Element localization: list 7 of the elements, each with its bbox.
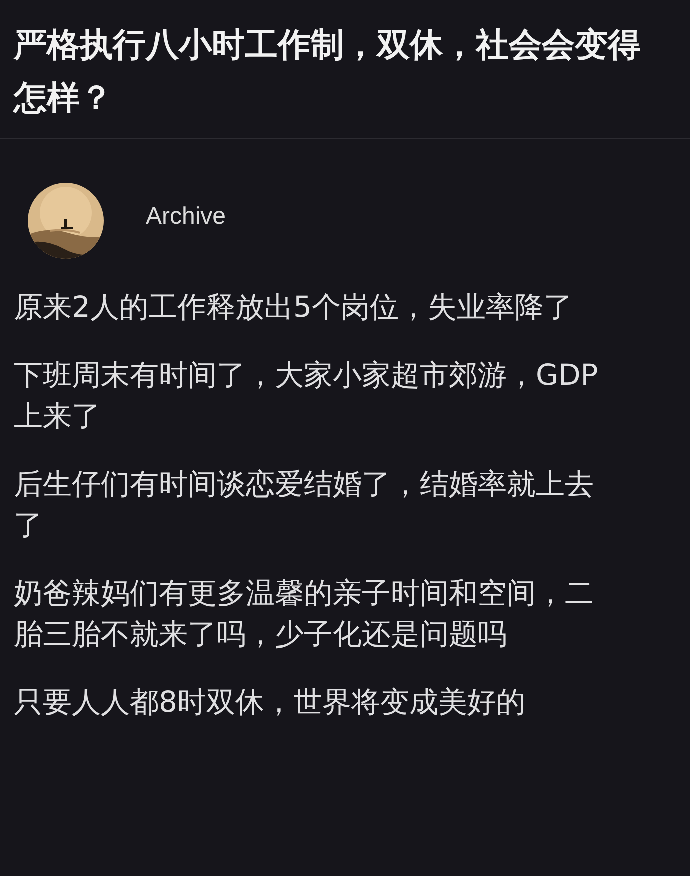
author-name[interactable]: Archive	[146, 203, 226, 231]
answer-paragraph: 原来2人的工作释放出5个岗位，失业率降了	[14, 289, 574, 326]
answer-paragraph: 只要人人都8时双休，世界将变成美好的	[14, 684, 526, 721]
answer-paragraph: 奶爸辣妈们有更多温馨的亲子时间和空间，二胎三胎不就来了吗，少子化还是问题吗	[14, 575, 595, 653]
answer-paragraph: 后生仔们有时间谈恋爱结婚了，结婚率就上去了	[14, 466, 595, 544]
question-title: 严格执行八小时工作制，双休，社会会变得怎样？	[14, 24, 642, 119]
answer-paragraph: 下班周末有时间了，大家小家超市郊游，GDP上来了	[14, 357, 600, 435]
